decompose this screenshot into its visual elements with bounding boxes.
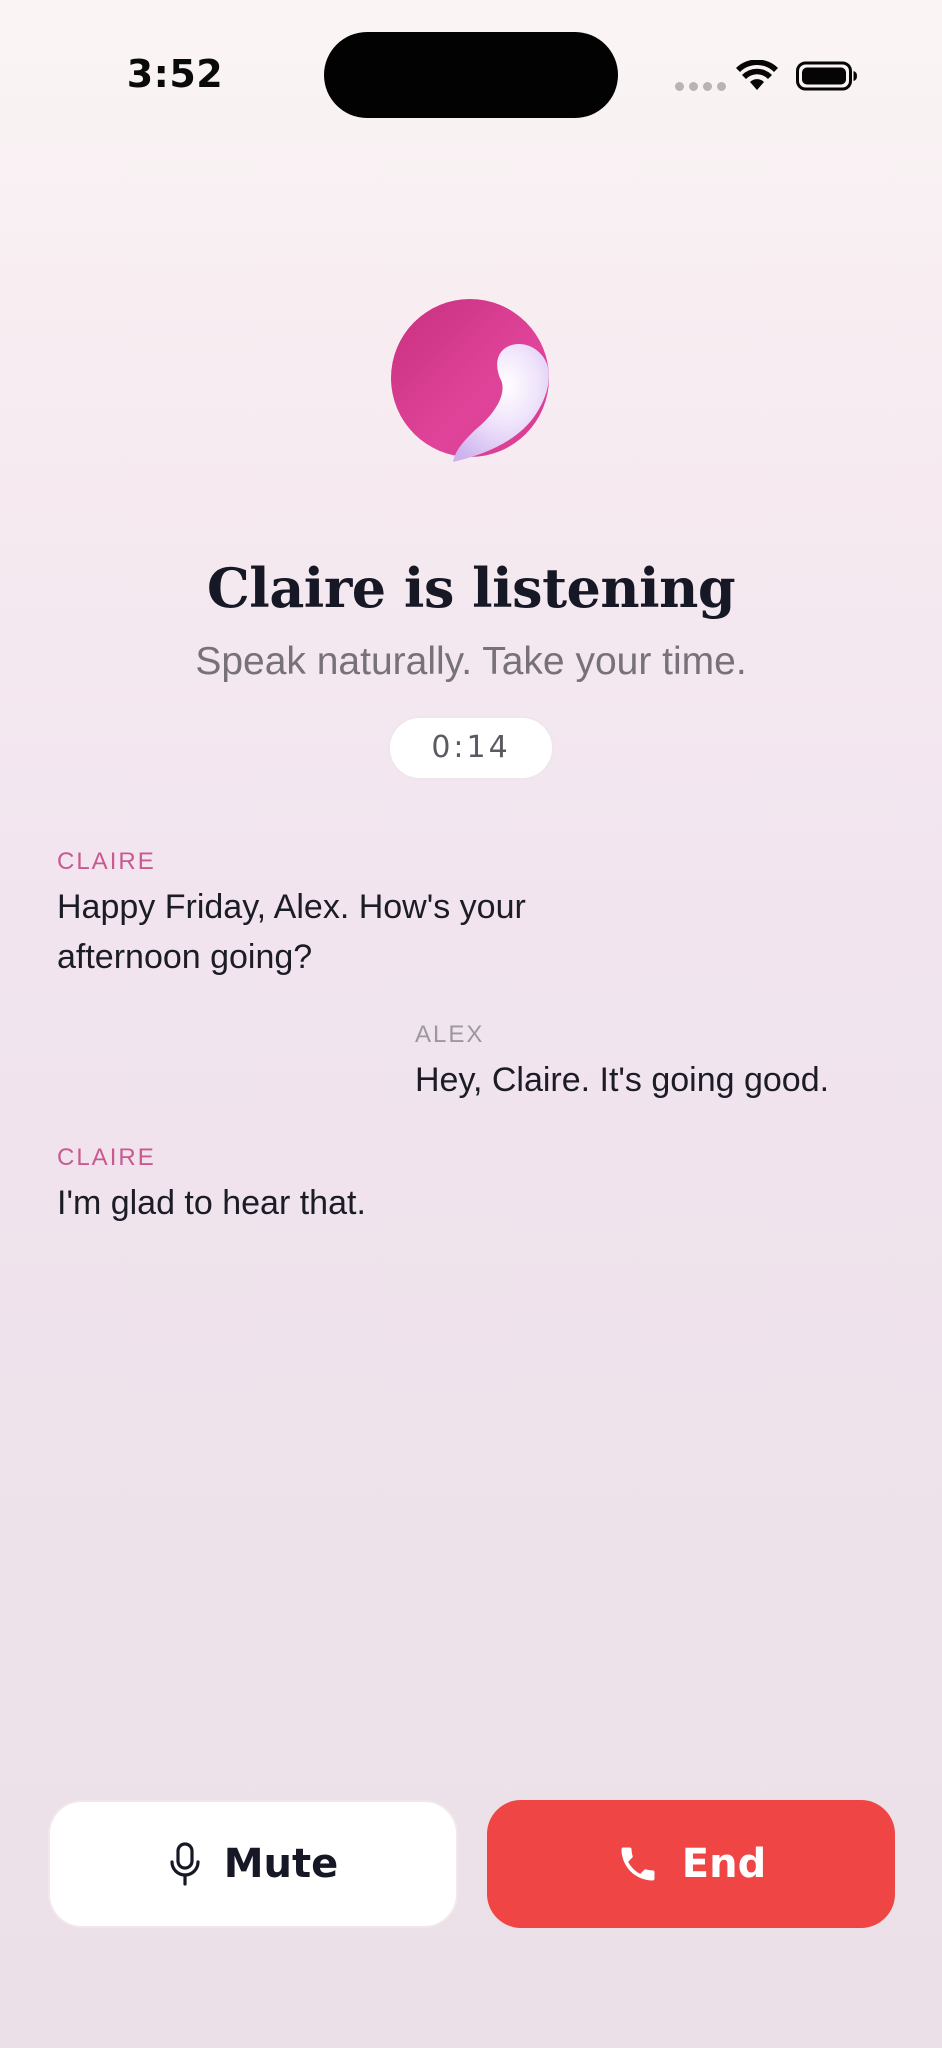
end-call-button[interactable]: End <box>487 1800 895 1928</box>
message-text: I'm glad to hear that. <box>57 1184 366 1222</box>
speaker-label: CLAIRE <box>57 1144 156 1171</box>
transcript-message: ALEX Hey, Claire. It's going good. <box>415 1021 905 1105</box>
battery-icon <box>796 61 857 91</box>
phone-icon <box>621 1847 655 1881</box>
speaker-label: CLAIRE <box>57 848 156 875</box>
end-label: End <box>681 1841 767 1887</box>
status-bar: 3:52 <box>0 0 942 150</box>
message-text: Hey, Claire. It's going good. <box>415 1061 830 1099</box>
speaker-label: ALEX <box>415 1021 485 1048</box>
page-subtitle: Speak naturally. Take your time. <box>195 640 747 683</box>
message-text: Happy Friday, Alex. How's your afternoon… <box>57 888 526 976</box>
wifi-icon <box>736 60 778 90</box>
mute-label: Mute <box>223 1841 339 1887</box>
dynamic-island <box>324 32 618 118</box>
mute-button[interactable]: Mute <box>48 1800 458 1928</box>
transcript-message: CLAIRE I'm glad to hear that. <box>57 1144 657 1228</box>
status-time: 3:52 <box>126 52 224 96</box>
microphone-icon <box>170 1842 200 1886</box>
claire-avatar-icon <box>391 299 549 462</box>
signal-dots-icon <box>675 82 726 91</box>
call-timer: 0:14 <box>388 716 554 780</box>
transcript-message: CLAIRE Happy Friday, Alex. How's your af… <box>57 848 617 982</box>
page-title: Claire is listening <box>206 556 736 620</box>
